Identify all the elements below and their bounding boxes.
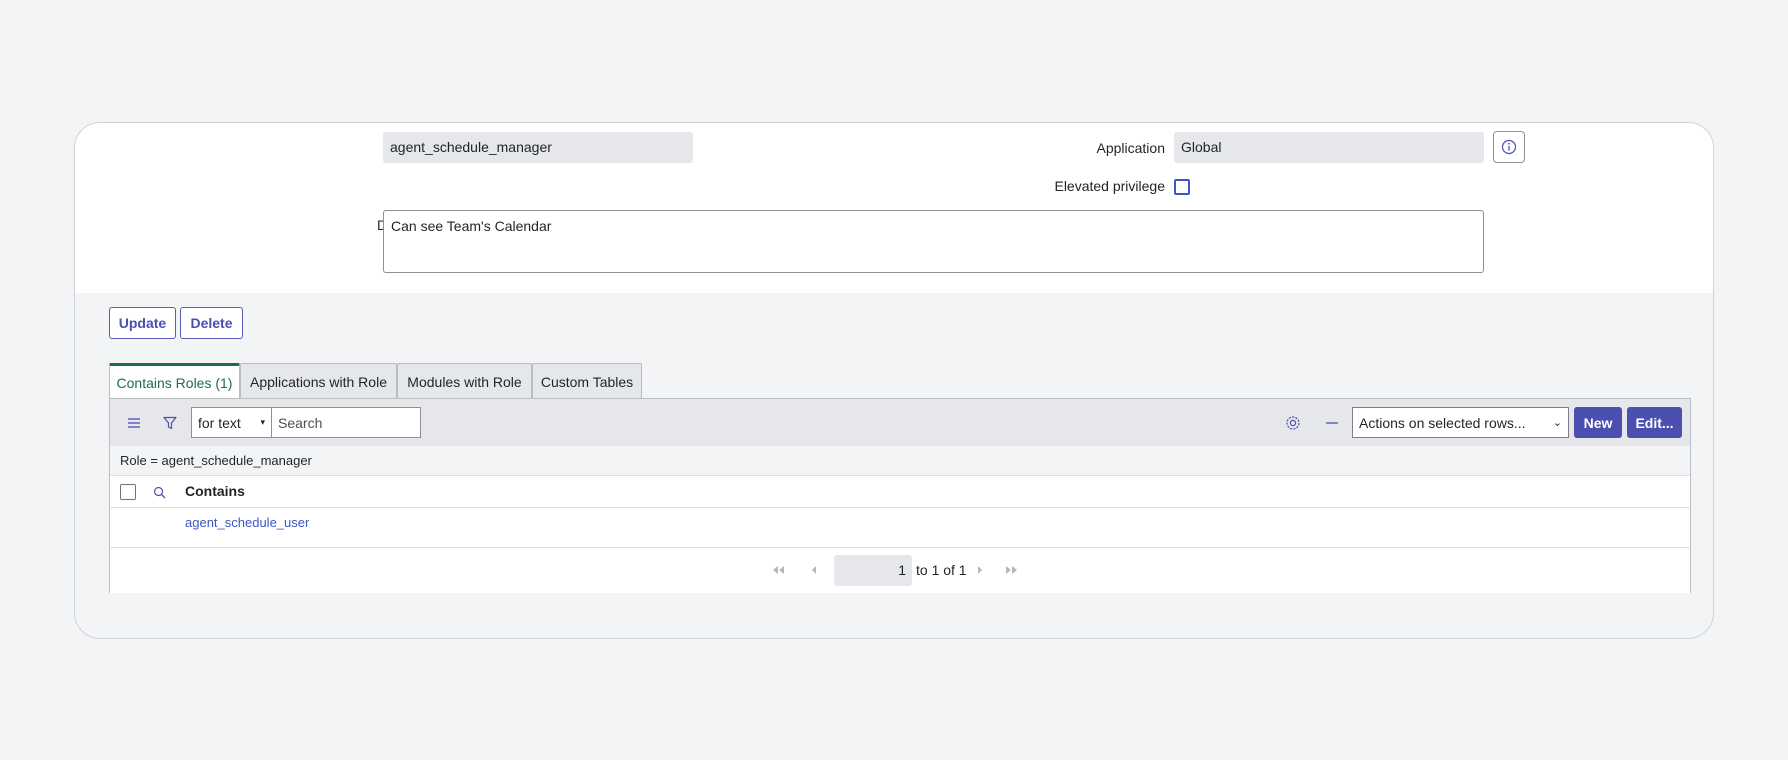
update-button[interactable]: Update — [109, 307, 176, 339]
column-header-contains[interactable]: Contains — [185, 483, 245, 499]
magnifier-icon[interactable] — [150, 483, 168, 501]
minus-icon[interactable] — [1322, 413, 1342, 433]
search-placeholder: Search — [278, 414, 323, 431]
application-label: Application — [1096, 140, 1166, 156]
pagination: 1 to 1 of 1 — [110, 548, 1690, 593]
page-summary: to 1 of 1 — [916, 562, 967, 578]
next-page-icon[interactable] — [972, 562, 988, 578]
actions-select-value: Actions on selected rows... — [1359, 414, 1526, 431]
last-page-icon[interactable] — [1004, 562, 1020, 578]
contains-link[interactable]: agent_schedule_user — [185, 515, 309, 530]
select-all-checkbox[interactable] — [120, 484, 136, 500]
related-list: for text ▾ Search Actions on selected ro… — [109, 398, 1691, 593]
tab-contains-roles[interactable]: Contains Roles (1) — [109, 363, 240, 399]
chevron-down-icon: ▾ — [260, 417, 265, 427]
search-field-select[interactable]: for text ▾ — [191, 407, 272, 438]
gear-icon[interactable] — [1283, 413, 1303, 433]
search-input[interactable]: Search — [271, 407, 421, 438]
prev-page-icon[interactable] — [806, 562, 822, 578]
tab-modules-with-role[interactable]: Modules with Role — [397, 363, 532, 399]
funnel-icon[interactable] — [160, 413, 180, 433]
page-number-input[interactable]: 1 — [834, 555, 912, 586]
info-icon[interactable] — [1493, 131, 1525, 163]
list-header-row: Contains — [110, 476, 1690, 508]
first-page-icon[interactable] — [770, 562, 786, 578]
elevated-privilege-checkbox[interactable] — [1174, 179, 1190, 195]
tab-applications-with-role[interactable]: Applications with Role — [240, 363, 397, 399]
name-field[interactable]: agent_schedule_manager — [383, 132, 693, 163]
list-toolbar: for text ▾ Search Actions on selected ro… — [110, 399, 1690, 446]
actions-select[interactable]: Actions on selected rows... ⌄ — [1352, 407, 1569, 438]
application-field[interactable]: Global — [1174, 132, 1484, 163]
hamburger-icon[interactable] — [124, 413, 144, 433]
new-button[interactable]: New — [1574, 407, 1622, 438]
breadcrumb[interactable]: Role = agent_schedule_manager — [110, 446, 1690, 476]
elevated-privilege-label: Elevated privilege — [1054, 178, 1165, 194]
role-form-card: Name agent_schedule_manager Application … — [74, 122, 1714, 639]
search-field-select-value: for text — [198, 414, 241, 431]
table-row: agent_schedule_user — [110, 508, 1690, 548]
description-textarea[interactable]: Can see Team's Calendar — [383, 210, 1484, 273]
chevron-down-icon: ⌄ — [1552, 417, 1562, 429]
tab-custom-tables[interactable]: Custom Tables — [532, 363, 642, 399]
form-header-section: Name agent_schedule_manager Application … — [75, 123, 1713, 293]
edit-button[interactable]: Edit... — [1627, 407, 1682, 438]
delete-button[interactable]: Delete — [180, 307, 243, 339]
